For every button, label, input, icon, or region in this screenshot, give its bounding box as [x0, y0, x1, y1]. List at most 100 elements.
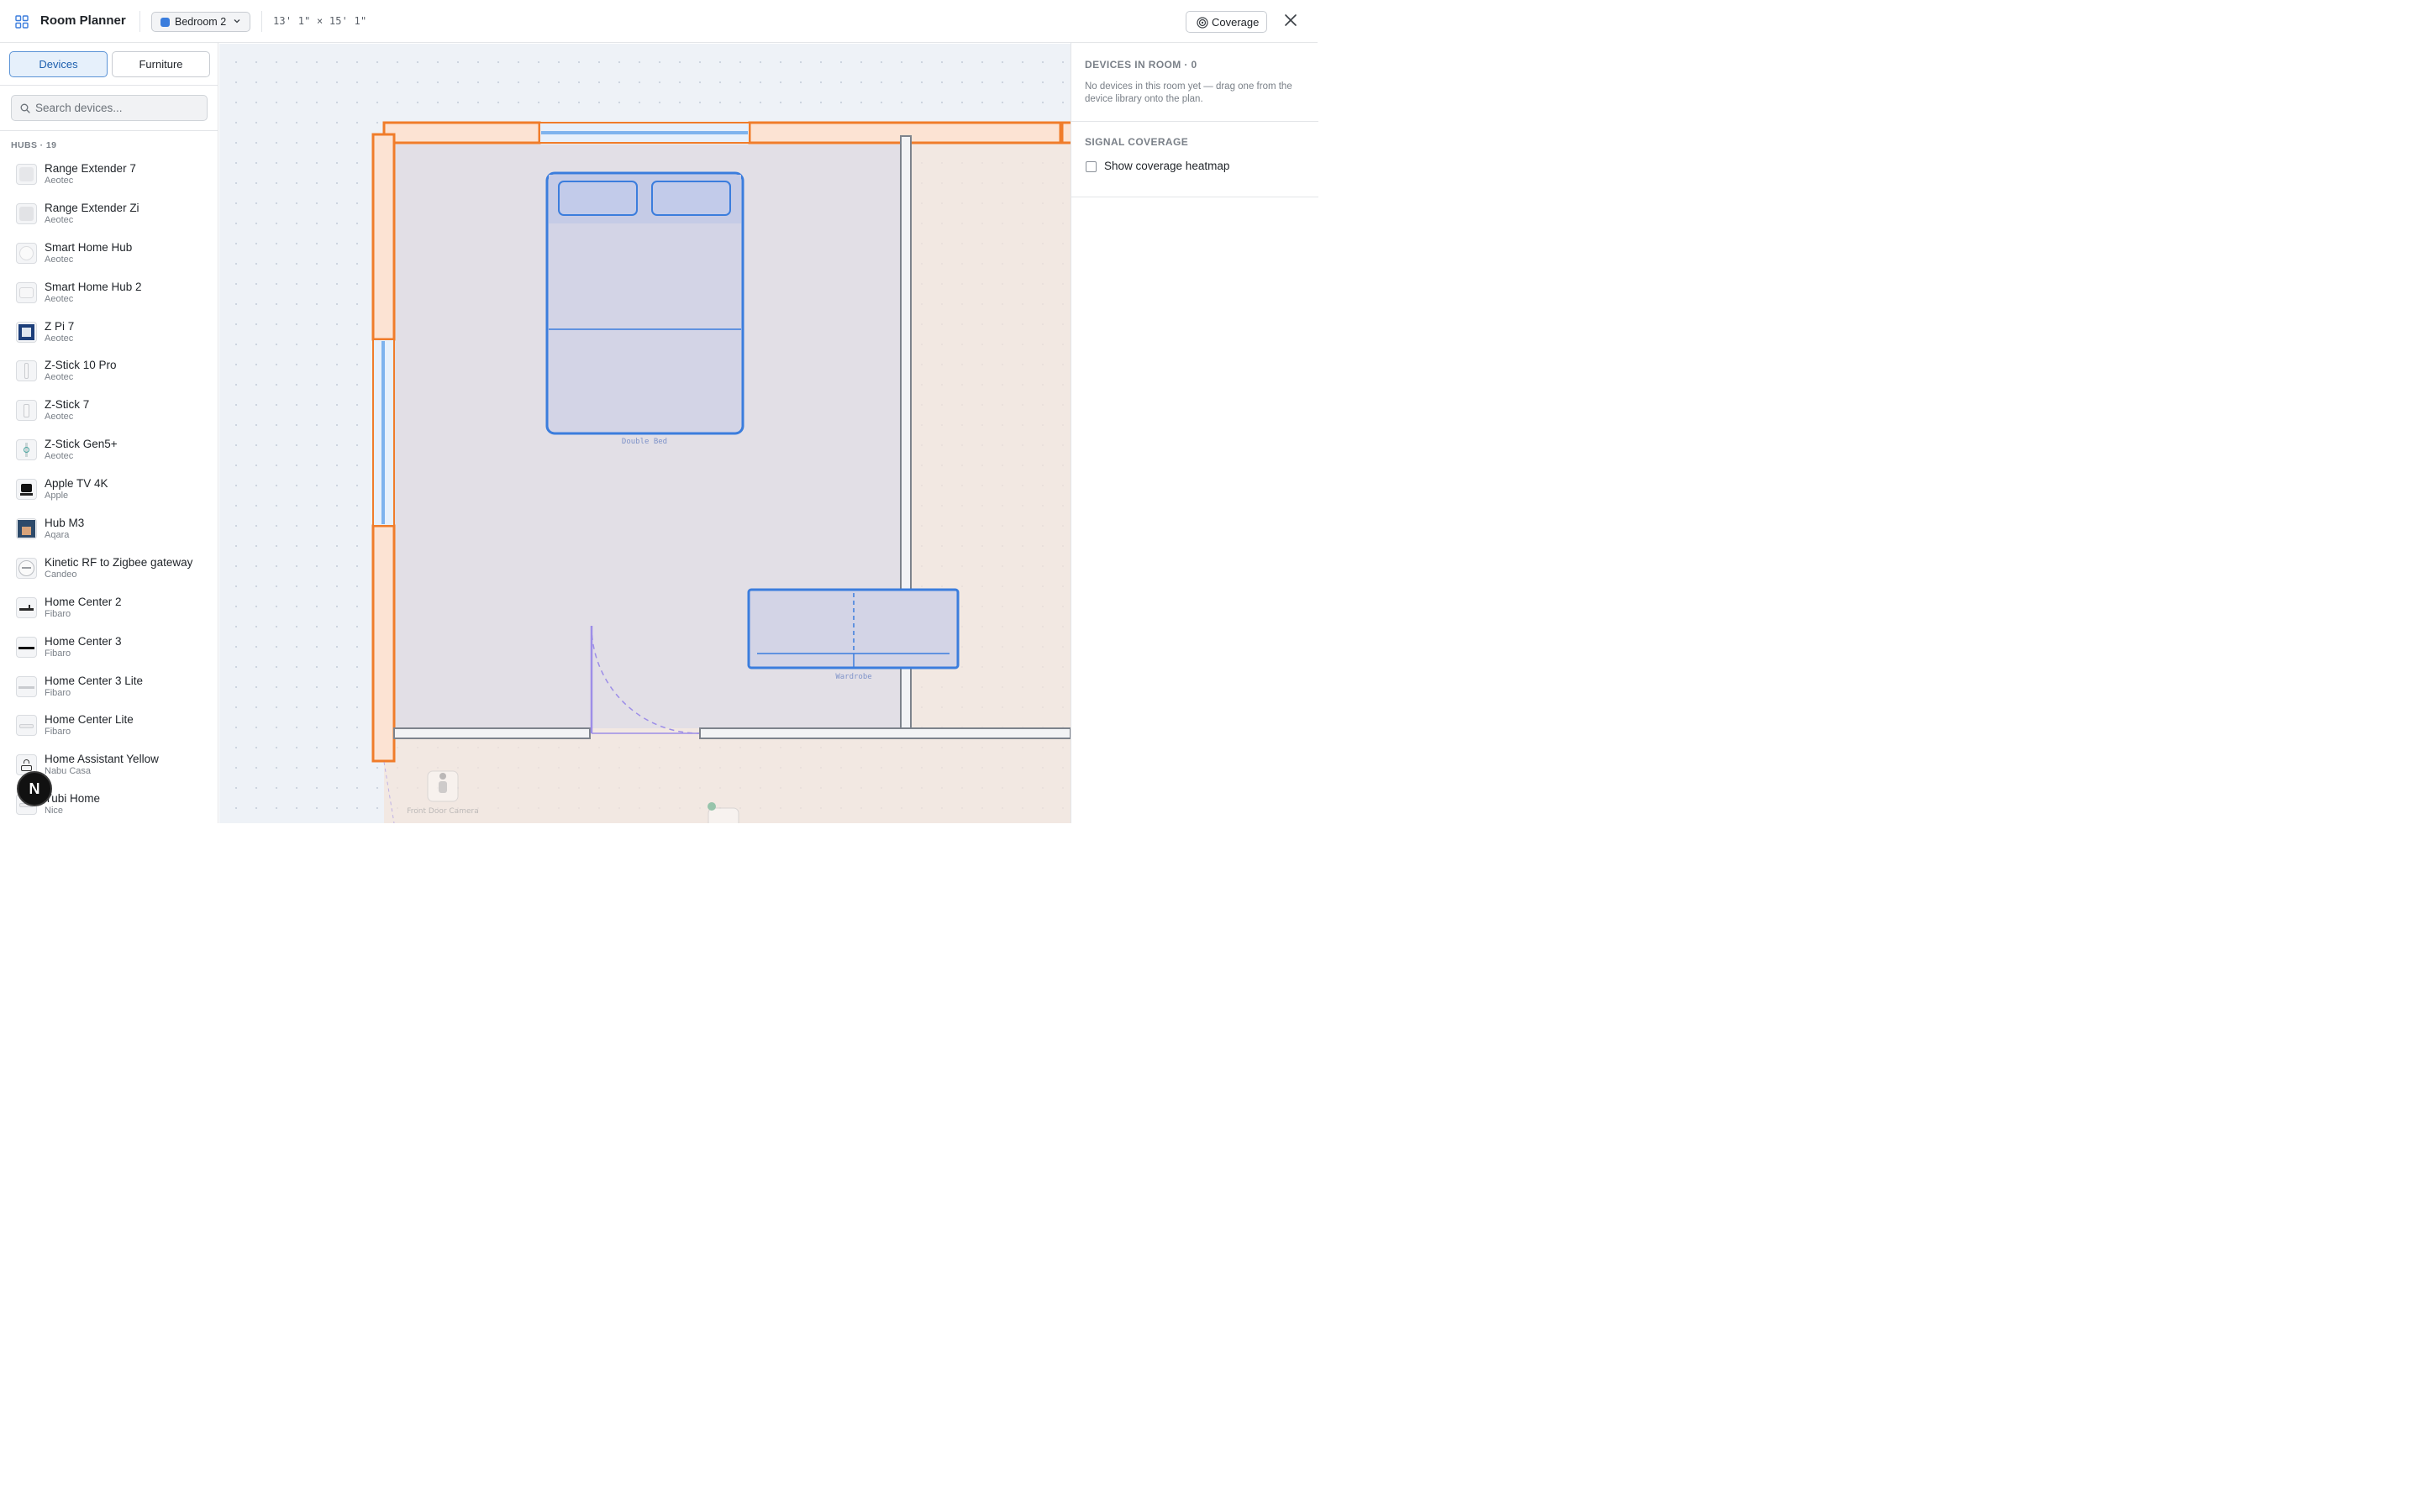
device-name: Range Extender 7	[45, 162, 136, 175]
device-name: Apple TV 4K	[45, 477, 108, 491]
device-brand: Aeotec	[45, 293, 74, 304]
device-name: Z-Stick 10 Pro	[45, 359, 117, 372]
device-brand: Aeotec	[45, 372, 74, 383]
room-selector-label: Bedroom 2	[175, 16, 227, 28]
list-item[interactable]: Apple TV 4K Apple	[0, 470, 218, 509]
device-brand: Aeotec	[45, 254, 74, 265]
coverage-button[interactable]: Coverage	[1186, 11, 1267, 33]
device-brand: Aeotec	[45, 176, 74, 186]
app-badge[interactable]: N	[17, 771, 52, 806]
properties-panel: DEVICES IN ROOM · 0 No devices in this r…	[1071, 43, 1318, 823]
section-label-hubs: HUBS · 19	[11, 140, 57, 150]
list-item[interactable]: Home Center 3 Lite Fibaro	[0, 667, 218, 706]
divider	[139, 11, 140, 32]
app-title: Room Planner	[40, 13, 126, 28]
device-name: Smart Home Hub	[45, 240, 133, 254]
divider	[0, 85, 218, 86]
search-input[interactable]	[35, 99, 200, 117]
device-name: Kinetic RF to Zigbee gateway	[45, 555, 193, 569]
list-item[interactable]: Z-Stick 10 Pro Aeotec	[0, 351, 218, 391]
device-name: Z-Stick 7	[45, 398, 90, 412]
wall-top-left[interactable]	[382, 121, 541, 144]
device-brand: Nice	[45, 806, 64, 816]
floor-plan-canvas[interactable]: Double Bed Wardrobe Front Door Camera	[219, 44, 1071, 823]
device-name: Home Center 3 Lite	[45, 674, 144, 687]
device-thumbnail	[16, 400, 37, 422]
wall-left-upper[interactable]	[371, 133, 396, 341]
device-name: Smart Home Hub 2	[45, 280, 142, 293]
room-color-dot	[160, 18, 170, 27]
wall-bottom-right[interactable]	[699, 727, 1071, 739]
device-thumbnail	[16, 479, 37, 501]
device-thumbnail	[16, 164, 37, 185]
device-brand: Aeotec	[45, 412, 74, 423]
list-item[interactable]: Smart Home Hub 2 Aeotec	[0, 273, 218, 312]
list-item[interactable]: Range Extender Zi Aeotec	[0, 194, 218, 234]
list-item[interactable]: Z-Stick Gen5+ Aeotec	[0, 430, 218, 470]
device-thumbnail	[16, 557, 37, 579]
device-thumbnail	[16, 715, 37, 737]
device-name: Hub M3	[45, 517, 85, 530]
signal-coverage-heading: SIGNAL COVERAGE	[1085, 136, 1189, 148]
list-item[interactable]: Hub M3 Aqara	[0, 509, 218, 549]
device-thumbnail	[16, 439, 37, 461]
device-brand: Nabu Casa	[45, 766, 92, 777]
list-item[interactable]: Kinetic RF to Zigbee gateway Candeo	[0, 549, 218, 588]
coverage-button-label: Coverage	[1212, 16, 1260, 29]
device-brand: Aeotec	[45, 333, 74, 344]
device-name: Home Assistant Yellow	[45, 753, 159, 766]
device-name: Range Extender Zi	[45, 201, 139, 214]
list-item[interactable]: Range Extender 7 Aeotec	[0, 155, 218, 194]
room-selector[interactable]: Bedroom 2	[151, 12, 250, 32]
device-brand: Aeotec	[45, 214, 74, 225]
device-brand: Fibaro	[45, 687, 71, 698]
pillow-left	[558, 181, 638, 216]
device-list: Range Extender 7 Aeotec Range Extender Zi…	[0, 155, 218, 823]
list-item[interactable]: Home Center 3 Fibaro	[0, 627, 218, 667]
signal-icon	[1197, 17, 1208, 29]
search-icon	[20, 103, 30, 113]
list-item[interactable]: Home Center 2 Fibaro	[0, 588, 218, 627]
device-brand: Apple	[45, 491, 69, 501]
device-thumbnail	[16, 518, 37, 540]
device-name: Z Pi 7	[45, 319, 75, 333]
heatmap-checkbox[interactable]	[1086, 161, 1097, 172]
divider	[0, 130, 218, 131]
device-brand: Aqara	[45, 530, 70, 541]
room-dimensions: 13' 1" × 15' 1"	[273, 15, 367, 27]
pillow-right	[651, 181, 731, 216]
device-brand: Aeotec	[45, 451, 74, 462]
list-item[interactable]: Z Pi 7 Aeotec	[0, 312, 218, 352]
tab-furniture[interactable]: Furniture	[112, 51, 210, 77]
list-item[interactable]: Smart Home Hub Aeotec	[0, 234, 218, 273]
search-box[interactable]	[11, 95, 208, 121]
device-brand: Candeo	[45, 569, 77, 580]
device-thumbnail	[16, 596, 37, 618]
wall-top-far[interactable]	[1060, 121, 1071, 144]
device-thumbnail	[16, 202, 37, 224]
grid-icon[interactable]	[15, 15, 29, 29]
empty-state-text: No devices in this room yet — drag one f…	[1085, 81, 1292, 104]
top-bar: Room Planner Bedroom 2 13' 1" × 15' 1" C…	[0, 0, 1318, 43]
heatmap-checkbox-label[interactable]: Show coverage heatmap	[1104, 160, 1229, 172]
list-item[interactable]: Z-Stick 7 Aeotec	[0, 391, 218, 430]
wall-left-lower[interactable]	[371, 524, 396, 763]
close-icon[interactable]	[1282, 12, 1299, 29]
device-name: Home Center 2	[45, 595, 122, 608]
devices-in-room-heading: DEVICES IN ROOM · 0	[1085, 59, 1197, 71]
device-thumbnail	[16, 675, 37, 697]
double-bed-label: Double Bed	[622, 438, 667, 446]
wall-bottom-left[interactable]	[393, 727, 591, 739]
device-brand: Fibaro	[45, 648, 71, 659]
device-thumbnail	[16, 281, 37, 303]
device-brand: Fibaro	[45, 608, 71, 619]
tab-devices[interactable]: Devices	[9, 51, 108, 77]
list-item[interactable]: Home Center Lite Fibaro	[0, 706, 218, 745]
device-label: Front Door Camera	[407, 807, 478, 816]
device-thumbnail	[16, 360, 37, 382]
device-name: Home Center 3	[45, 634, 122, 648]
device-name: Home Center Lite	[45, 713, 134, 727]
device-thumbnail	[16, 242, 37, 264]
floor-plan: Double Bed Wardrobe Front Door Camera	[371, 121, 1071, 823]
divider	[261, 11, 262, 32]
